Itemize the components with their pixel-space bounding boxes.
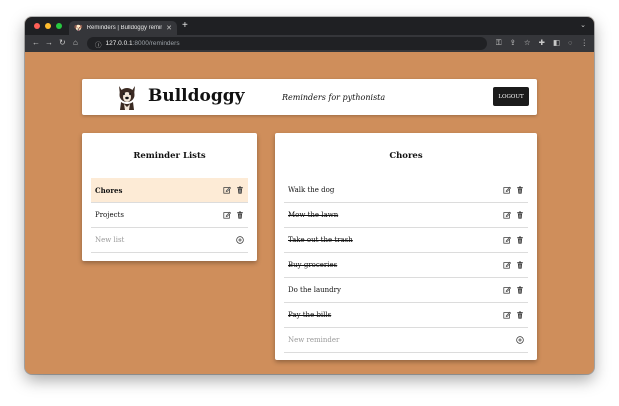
bulldog-logo-icon	[119, 86, 135, 110]
edit-icon[interactable]	[503, 261, 511, 269]
site-info-icon[interactable]: ⓘ	[95, 39, 102, 49]
profile-icon[interactable]: ◌	[568, 38, 572, 48]
new-reminder-item-row[interactable]: New reminder	[284, 328, 528, 353]
add-circle-icon[interactable]	[516, 336, 524, 344]
new-list-item-input[interactable]: New list	[95, 236, 236, 244]
list-item[interactable]: Chores	[91, 178, 248, 203]
reminder-item-label[interactable]: Pay the bills	[288, 311, 503, 319]
reminder-item[interactable]: Pay the bills	[284, 303, 528, 328]
close-window-button[interactable]	[34, 23, 40, 29]
tab-bar: 🐶 Reminders | Bulldoggy reminder ✕ + ⌄	[25, 17, 594, 35]
row-actions	[503, 211, 524, 219]
list-item[interactable]: Projects	[91, 203, 248, 228]
forward-icon[interactable]: →	[45, 38, 53, 47]
back-icon[interactable]: ←	[32, 38, 40, 47]
edit-icon[interactable]	[503, 311, 511, 319]
selected-list-title: Chores	[389, 151, 423, 161]
reminder-lists-card: Reminder Lists Chores Projects New list	[82, 133, 257, 261]
row-actions	[503, 286, 524, 294]
app-header: Bulldoggy Reminders for pythonista LOGOU…	[82, 79, 537, 115]
edit-icon[interactable]	[503, 211, 511, 219]
tab-search-icon[interactable]: ⌄	[580, 21, 586, 29]
row-actions	[503, 261, 524, 269]
trash-icon[interactable]	[516, 261, 524, 269]
reminder-item[interactable]: Do the laundry	[284, 278, 528, 303]
reminder-items: Walk the dog Mow the lawn Take out the tra…	[284, 178, 528, 353]
reminder-item-label[interactable]: Do the laundry	[288, 286, 503, 294]
edit-icon[interactable]	[223, 211, 231, 219]
tab-title: Reminders | Bulldoggy reminder	[86, 25, 162, 31]
extensions-icon[interactable]: ✚	[539, 38, 545, 48]
menu-icon[interactable]: ⋮	[581, 38, 589, 48]
row-actions	[503, 236, 524, 244]
tagline: Reminders for pythonista	[282, 93, 386, 102]
edit-icon[interactable]	[503, 286, 511, 294]
trash-icon[interactable]	[236, 186, 244, 194]
reminder-item-label[interactable]: Mow the lawn	[288, 211, 503, 219]
reminder-item[interactable]: Walk the dog	[284, 178, 528, 203]
toolbar-icons: ⚿ ⇪ ☆ ✚ ◧ ◌ ⋮	[496, 38, 588, 48]
trash-icon[interactable]	[236, 211, 244, 219]
close-tab-icon[interactable]: ✕	[166, 24, 172, 32]
address-bar[interactable]: ⓘ 127.0.0.1:8000/reminders	[87, 37, 487, 50]
browser-window: 🐶 Reminders | Bulldoggy reminder ✕ + ⌄ ←…	[25, 17, 594, 374]
reminder-item[interactable]: Take out the trash	[284, 228, 528, 253]
add-circle-icon[interactable]	[236, 236, 244, 244]
url-host: 127.0.0.1	[105, 40, 133, 47]
row-actions	[503, 311, 524, 319]
reminder-lists: Chores Projects New list	[91, 178, 248, 253]
reminder-item-label[interactable]: Take out the trash	[288, 236, 503, 244]
url-path: :8000/reminders	[132, 40, 180, 47]
bookmark-star-icon[interactable]: ☆	[524, 38, 531, 48]
dog-favicon-icon: 🐶	[74, 25, 83, 32]
logout-button[interactable]: LOGOUT	[493, 87, 529, 106]
edit-icon[interactable]	[503, 186, 511, 194]
list-item-label[interactable]: Chores	[95, 186, 223, 195]
browser-tab[interactable]: 🐶 Reminders | Bulldoggy reminder ✕	[69, 21, 177, 35]
reload-icon[interactable]: ↻	[59, 38, 66, 47]
reminder-lists-title: Reminder Lists	[133, 151, 206, 161]
trash-icon[interactable]	[516, 186, 524, 194]
window-controls	[34, 23, 62, 29]
list-item-label[interactable]: Projects	[95, 211, 223, 219]
browser-toolbar: ← → ↻ ⌂ ⓘ 127.0.0.1:8000/reminders ⚿ ⇪ ☆…	[25, 35, 594, 52]
trash-icon[interactable]	[516, 311, 524, 319]
reminder-item[interactable]: Mow the lawn	[284, 203, 528, 228]
home-icon[interactable]: ⌂	[73, 38, 78, 47]
new-tab-icon[interactable]: +	[182, 20, 188, 31]
edit-icon[interactable]	[223, 186, 231, 194]
trash-icon[interactable]	[516, 286, 524, 294]
row-actions	[223, 186, 244, 194]
share-icon[interactable]: ⇪	[510, 38, 516, 48]
reminder-item-label[interactable]: Walk the dog	[288, 186, 503, 194]
key-icon[interactable]: ⚿	[496, 38, 502, 48]
row-actions	[223, 211, 244, 219]
new-list-item-row[interactable]: New list	[91, 228, 248, 253]
minimize-window-button[interactable]	[45, 23, 51, 29]
reminders-card: Chores Walk the dog Mow the lawn Take out …	[275, 133, 537, 360]
reminder-item-label[interactable]: Buy groceries	[288, 261, 503, 269]
page-viewport: Bulldoggy Reminders for pythonista LOGOU…	[25, 52, 594, 374]
edit-icon[interactable]	[503, 236, 511, 244]
row-actions	[503, 186, 524, 194]
trash-icon[interactable]	[516, 211, 524, 219]
brand-name: Bulldoggy	[148, 86, 245, 106]
trash-icon[interactable]	[516, 236, 524, 244]
sidepanel-icon[interactable]: ◧	[553, 38, 560, 48]
new-reminder-item-input[interactable]: New reminder	[288, 336, 516, 344]
maximize-window-button[interactable]	[56, 23, 62, 29]
reminder-item[interactable]: Buy groceries	[284, 253, 528, 278]
